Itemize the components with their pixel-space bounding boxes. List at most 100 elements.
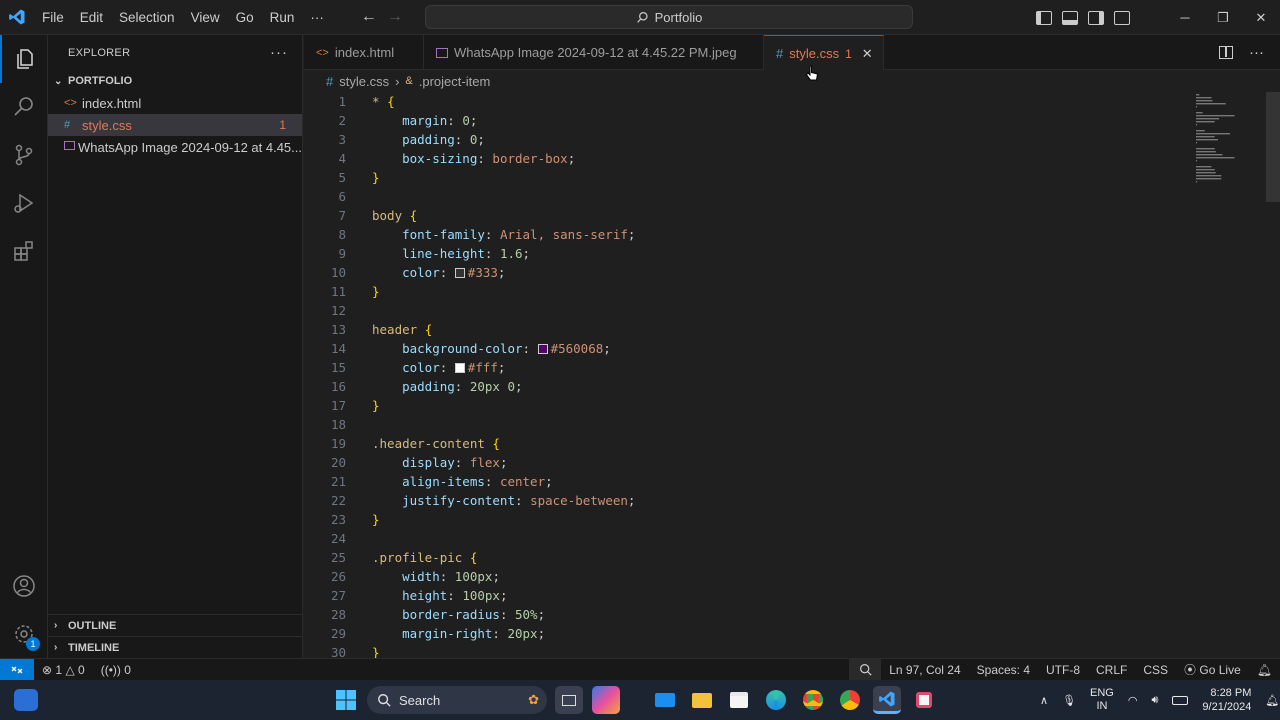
code-line[interactable]: padding: 0; xyxy=(372,130,635,149)
code-line[interactable]: header { xyxy=(372,320,635,339)
snipping-tool-icon[interactable] xyxy=(910,686,938,714)
file-explorer-icon[interactable] xyxy=(688,686,716,714)
go-live-button[interactable]: ⦿ Go Live xyxy=(1176,661,1249,678)
menu-item[interactable]: ··· xyxy=(302,0,332,35)
breadcrumb-symbol[interactable]: .project-item xyxy=(419,74,491,89)
menu-item[interactable]: Edit xyxy=(72,0,111,35)
battery-icon[interactable] xyxy=(1172,695,1189,705)
code-line[interactable]: justify-content: space-between; xyxy=(372,491,635,510)
explorer-activity[interactable] xyxy=(0,35,48,83)
close-window-icon[interactable]: ✕ xyxy=(1242,0,1280,35)
vertical-scrollbar[interactable] xyxy=(1266,92,1280,202)
edge-browser-icon[interactable] xyxy=(762,686,790,714)
customize-layout-icon[interactable] xyxy=(1114,10,1130,25)
breadcrumb-file[interactable]: style.css xyxy=(339,74,389,89)
code-line[interactable]: } xyxy=(372,396,635,415)
code-line[interactable]: line-height: 1.6; xyxy=(372,244,635,263)
code-line[interactable]: body { xyxy=(372,206,635,225)
code-line[interactable]: background-color: #560068; xyxy=(372,339,635,358)
widgets-icon[interactable] xyxy=(14,689,38,711)
menu-item[interactable]: Selection xyxy=(111,0,183,35)
menu-item[interactable]: Run xyxy=(262,0,303,35)
toggle-secondary-sidebar-icon[interactable] xyxy=(1088,10,1104,25)
source-control-activity[interactable] xyxy=(0,131,48,179)
language-mode[interactable]: CSS xyxy=(1135,663,1176,677)
code-line[interactable]: height: 100px; xyxy=(372,586,635,605)
encoding[interactable]: UTF-8 xyxy=(1038,663,1088,677)
copilot-icon[interactable] xyxy=(592,686,620,714)
code-line[interactable]: box-sizing: border-box; xyxy=(372,149,635,168)
file-item[interactable]: # style.css 1 xyxy=(48,114,302,136)
microsoft-store-icon[interactable] xyxy=(725,686,753,714)
vscode-taskbar-icon[interactable] xyxy=(873,686,901,714)
line-ending[interactable]: CRLF xyxy=(1088,663,1135,677)
code-line[interactable]: border-radius: 50%; xyxy=(372,605,635,624)
folder-portfolio[interactable]: ⌄ PORTFOLIO xyxy=(48,70,302,92)
taskbar-search[interactable]: Search ✿ xyxy=(367,686,547,714)
code-line[interactable]: * { xyxy=(372,92,635,111)
problems-indicator[interactable]: ⊗ 1 △ 0 xyxy=(34,663,93,677)
chrome-icon[interactable] xyxy=(836,686,864,714)
code-line[interactable]: width: 100px; xyxy=(372,567,635,586)
code-line[interactable]: } xyxy=(372,643,635,658)
mail-icon[interactable] xyxy=(651,686,679,714)
tab-index-html[interactable]: <> index.html xyxy=(304,35,424,70)
menu-item[interactable]: View xyxy=(183,0,228,35)
code-editor[interactable]: 1 2 3 4 5 6 7 8 9 10 11 12 13 14 15 16 17 18 19 20 21 22 23 24 2… xyxy=(304,92,1280,658)
code-line[interactable]: .header-content { xyxy=(372,434,635,453)
code-line[interactable]: } xyxy=(372,510,635,529)
file-item[interactable]: <> index.html xyxy=(48,92,302,114)
file-item[interactable]: WhatsApp Image 2024-09-12 at 4.45... xyxy=(48,136,302,158)
notification-center-bell-icon[interactable]: 🔔︎ xyxy=(1265,694,1279,707)
code-line[interactable] xyxy=(372,529,635,548)
menu-item[interactable]: Go xyxy=(228,0,262,35)
back-arrow-icon[interactable]: ← xyxy=(356,8,382,26)
menu-item[interactable]: File xyxy=(34,0,72,35)
code-line[interactable] xyxy=(372,301,635,320)
more-actions-icon[interactable]: ··· xyxy=(1249,44,1264,61)
code-line[interactable]: color: #333; xyxy=(372,263,635,282)
tab-style-css[interactable]: # style.css 1 ✕ xyxy=(764,35,884,71)
code-line[interactable]: padding: 20px 0; xyxy=(372,377,635,396)
cursor-position[interactable]: Ln 97, Col 24 xyxy=(881,663,968,677)
code-line[interactable] xyxy=(372,187,635,206)
zoom-indicator[interactable] xyxy=(849,659,882,680)
code-line[interactable]: font-family: Arial, sans-serif; xyxy=(372,225,635,244)
task-view-icon[interactable] xyxy=(555,686,583,714)
code-line[interactable]: margin-right: 20px; xyxy=(372,624,635,643)
minimize-icon[interactable]: ─ xyxy=(1166,0,1204,35)
code-lines[interactable]: * { margin: 0; padding: 0; box-sizing: b… xyxy=(372,92,635,658)
manage-activity[interactable]: 1 xyxy=(0,610,48,658)
code-line[interactable]: display: flex; xyxy=(372,453,635,472)
notifications-bell-icon[interactable]: 🔔︎ xyxy=(1249,663,1280,677)
restore-icon[interactable]: ❐ xyxy=(1204,0,1242,35)
forward-arrow-icon[interactable]: → xyxy=(382,8,408,26)
run-debug-activity[interactable] xyxy=(0,179,48,227)
split-editor-icon[interactable] xyxy=(1219,45,1233,59)
close-tab-icon[interactable]: ✕ xyxy=(862,46,873,62)
indentation[interactable]: Spaces: 4 xyxy=(969,663,1038,677)
microphone-icon[interactable]: 🎙︎ xyxy=(1062,694,1076,707)
more-actions-icon[interactable]: ··· xyxy=(270,44,288,61)
tab-whatsapp-image[interactable]: WhatsApp Image 2024-09-12 at 4.45.22 PM.… xyxy=(424,35,764,70)
code-line[interactable]: } xyxy=(372,282,635,301)
toggle-panel-icon[interactable] xyxy=(1062,10,1078,25)
accounts-activity[interactable] xyxy=(0,562,48,610)
code-line[interactable]: .profile-pic { xyxy=(372,548,635,567)
input-language[interactable]: ENG IN xyxy=(1090,687,1114,713)
toggle-primary-sidebar-icon[interactable] xyxy=(1036,10,1052,25)
command-center-search[interactable]: Portfolio xyxy=(425,5,913,29)
remote-indicator[interactable] xyxy=(0,658,34,681)
code-line[interactable]: color: #fff; xyxy=(372,358,635,377)
clock[interactable]: 8:28 PM 9/21/2024 xyxy=(1202,686,1251,714)
show-hidden-icons-chevron-up-icon[interactable]: ∧ xyxy=(1040,694,1048,707)
volume-icon[interactable]: 🔊︎ xyxy=(1151,694,1158,707)
wifi-icon[interactable]: ◠ xyxy=(1128,694,1138,707)
timeline-section[interactable]: › TIMELINE xyxy=(48,636,303,658)
code-line[interactable]: margin: 0; xyxy=(372,111,635,130)
search-activity[interactable] xyxy=(0,83,48,131)
minimap[interactable] xyxy=(1194,92,1266,262)
outline-section[interactable]: › OUTLINE xyxy=(48,614,303,636)
extensions-activity[interactable] xyxy=(0,227,48,275)
code-line[interactable]: align-items: center; xyxy=(372,472,635,491)
